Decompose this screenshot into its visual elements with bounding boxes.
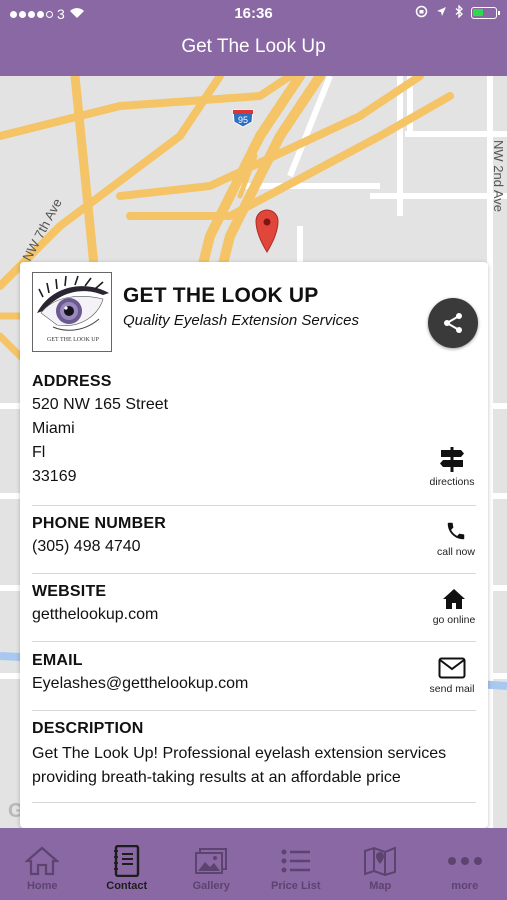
phone-icon (447, 522, 465, 540)
phone-title: PHONE NUMBER (32, 515, 166, 532)
tab-price-list-label: Price List (270, 880, 321, 892)
description-section: DESCRIPTION Get The Look Up! Professiona… (32, 720, 476, 790)
address-city: Miami (32, 420, 75, 437)
address-state: Fl (32, 444, 46, 461)
battery-icon (471, 7, 500, 19)
business-name: GET THE LOOK UP (123, 284, 319, 307)
description-title: DESCRIPTION (32, 720, 144, 737)
tab-contact-label: Contact (106, 880, 148, 892)
home-icon (25, 846, 60, 876)
send-mail-button[interactable]: send mail (417, 653, 487, 695)
phone-number[interactable]: (305) 498 4740 (32, 537, 476, 557)
signpost-icon (440, 447, 464, 472)
tab-home-label: Home (26, 880, 58, 892)
bluetooth-icon (455, 4, 463, 21)
contact-book-icon (113, 845, 139, 877)
tab-gallery[interactable]: Gallery (169, 828, 254, 900)
divider (32, 573, 476, 574)
location-arrow-icon (436, 6, 447, 20)
email-address[interactable]: Eyelashes@getthelookup.com (32, 674, 476, 694)
email-section: EMAIL Eyelashes@getthelookup.com (32, 652, 476, 694)
directions-button[interactable]: directions (417, 446, 487, 488)
tab-more-label: more (451, 880, 479, 892)
website-link[interactable]: getthelookup.com (32, 605, 476, 625)
tab-home[interactable]: Home (0, 828, 85, 900)
address-section: ADDRESS 520 NW 165 Street Miami Fl 33169 (32, 373, 476, 487)
divider (32, 710, 476, 711)
tab-bar: Home Contact Gallery Price List Map more (0, 828, 507, 900)
description-text: Get The Look Up! Professional eyelash ex… (32, 745, 447, 786)
map-label-nw-2nd-ave: NW 2nd Ave (491, 140, 506, 212)
business-card: GET THE LOOK UP GET THE LOOK UP Quality … (20, 262, 488, 828)
page-title: Get The Look Up (181, 36, 326, 57)
divider (32, 802, 476, 803)
home-icon (443, 589, 465, 609)
eye-logo-icon: GET THE LOOK UP (37, 275, 109, 343)
address-zip: 33169 (32, 468, 77, 485)
map-label-95: 95 (238, 115, 248, 125)
website-title: WEBSITE (32, 583, 107, 600)
divider (32, 505, 476, 506)
gallery-icon (195, 848, 228, 874)
send-mail-label: send mail (429, 683, 475, 695)
screen-lock-icon (415, 5, 428, 21)
business-logo: GET THE LOOK UP (32, 272, 112, 352)
website-section: WEBSITE getthelookup.com (32, 583, 476, 625)
more-icon (447, 857, 482, 865)
directions-label: directions (429, 476, 475, 488)
tab-contact[interactable]: Contact (85, 828, 170, 900)
share-icon (444, 313, 462, 333)
tab-map-label: Map (369, 880, 392, 892)
map-marker-icon[interactable] (255, 209, 279, 253)
phone-section: PHONE NUMBER (305) 498 4740 (32, 515, 476, 557)
divider (32, 641, 476, 642)
go-online-button[interactable]: go online (419, 584, 488, 626)
tab-map[interactable]: Map (338, 828, 423, 900)
tab-more[interactable]: more (423, 828, 507, 900)
tab-gallery-label: Gallery (192, 880, 230, 892)
tab-price-list[interactable]: Price List (254, 828, 339, 900)
call-now-label: call now (437, 546, 475, 558)
map-icon (364, 846, 397, 876)
top-bar: 3 16:36 Get The Look Up (0, 0, 507, 76)
address-line: 520 NW 165 Street (32, 396, 169, 413)
email-title: EMAIL (32, 652, 83, 669)
envelope-icon (438, 657, 466, 679)
share-button[interactable] (428, 298, 478, 348)
list-icon (281, 849, 310, 873)
address-title: ADDRESS (32, 373, 112, 390)
go-online-label: go online (432, 614, 476, 626)
call-now-button[interactable]: call now (421, 516, 488, 558)
logo-text: GET THE LOOK UP (47, 337, 100, 343)
status-bar: 3 16:36 (0, 0, 507, 28)
business-tagline: Quality Eyelash Extension Services (123, 312, 359, 329)
